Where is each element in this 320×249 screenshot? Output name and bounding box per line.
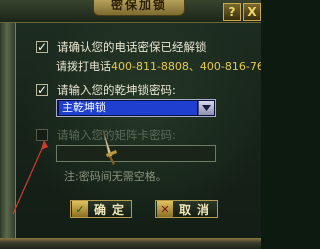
annotation-overlay: [12, 129, 117, 215]
sword-cursor-icon: [102, 129, 117, 165]
password-lock-dialog: { "titlebar": { "title": "密保加锁", "help_l…: [0, 0, 261, 249]
annotation-arrowhead: [41, 140, 48, 150]
annotation-arrow: [12, 143, 45, 215]
